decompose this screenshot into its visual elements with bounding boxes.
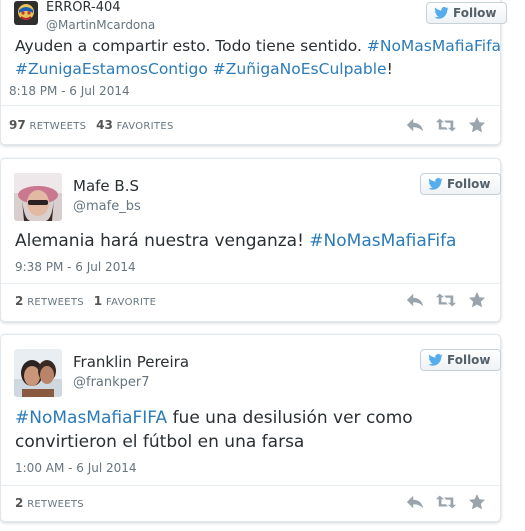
tweet-text-line: #NoMasMafiaFIFA fue una desilusión ver c…	[15, 406, 486, 430]
tweet-text-line: Alemania hará nuestra venganza! #NoMasMa…	[15, 230, 486, 253]
timestamp-link[interactable]: 1:00 AM - 6 Jul 2014	[15, 461, 137, 475]
tweet-stats: 2 RETWEETS 1 FAVORITE	[15, 294, 162, 308]
favorites-count[interactable]: 43	[96, 118, 113, 132]
handle[interactable]: @MartinMcardona	[46, 18, 155, 32]
divider	[1, 105, 500, 106]
display-name[interactable]: ERROR-404	[46, 0, 121, 15]
tweet-text-plain: !	[386, 60, 393, 78]
tweet-actions	[406, 292, 486, 308]
retweets-count[interactable]: 97	[9, 118, 26, 132]
avatar[interactable]	[14, 173, 62, 221]
retweet-icon[interactable]	[436, 292, 456, 308]
twitter-bird-icon	[428, 178, 443, 190]
tweet-stats: 97 RETWEETS 43 FAVORITES	[9, 118, 180, 132]
handle[interactable]: @frankper7	[73, 375, 150, 390]
tweet-text-line: #ZunigaEstamosContigo #ZuñigaNoEsCulpabl…	[15, 58, 486, 81]
follow-label: Follow	[453, 6, 497, 20]
avatar[interactable]	[14, 1, 38, 25]
tweet-text-plain: Ayuden a compartir esto. Todo tiene sent…	[15, 37, 362, 55]
favorites-label[interactable]: FAVORITE	[106, 297, 156, 308]
tweet-text-plain: convirtieron el fútbol en una farsa	[15, 432, 305, 452]
favorite-icon[interactable]	[468, 494, 486, 510]
tweet-text-line: Ayuden a compartir esto. Todo tiene sent…	[15, 35, 501, 58]
retweets-label[interactable]: RETWEETS	[27, 499, 84, 510]
tweet-card: Mafe B.S @mafe_bs Follow Alemania hará n…	[0, 158, 501, 322]
favorites-label[interactable]: FAVORITES	[117, 121, 174, 132]
tweet-actions	[406, 117, 486, 133]
tweet-stats: 2 RETWEETS	[15, 496, 90, 510]
handle[interactable]: @mafe_bs	[73, 199, 141, 214]
twitter-bird-icon	[434, 7, 449, 19]
retweets-label[interactable]: RETWEETS	[27, 297, 84, 308]
tweet-text: #NoMasMafiaFIFA fue una desilusión ver c…	[15, 406, 486, 454]
tweet-actions	[406, 494, 486, 510]
hashtag-link[interactable]: #NoMasMafiaFifa	[309, 231, 456, 251]
display-name[interactable]: Mafe B.S	[73, 177, 139, 195]
hashtag-link[interactable]: #ZuñigaNoEsCulpable	[213, 60, 387, 78]
twitter-bird-icon	[428, 354, 443, 366]
retweets-label[interactable]: RETWEETS	[30, 121, 87, 132]
favorite-icon[interactable]	[468, 117, 486, 133]
follow-button[interactable]: Follow	[426, 2, 507, 24]
tweet-text: Alemania hará nuestra venganza! #NoMasMa…	[15, 230, 486, 253]
follow-label: Follow	[447, 177, 491, 191]
follow-button[interactable]: Follow	[420, 173, 501, 195]
divider	[1, 485, 500, 486]
timestamp-link[interactable]: 8:18 PM - 6 Jul 2014	[9, 84, 130, 98]
retweet-icon[interactable]	[436, 117, 456, 133]
tweet-text: Ayuden a compartir esto. Todo tiene sent…	[15, 35, 501, 81]
hashtag-link[interactable]: #NoMasMafiaFIFA	[15, 408, 167, 428]
reply-icon[interactable]	[406, 292, 424, 308]
tweet-card: Franklin Pereira @frankper7 Follow #NoMa…	[0, 334, 501, 522]
follow-label: Follow	[447, 353, 491, 367]
reply-icon[interactable]	[406, 117, 424, 133]
follow-button[interactable]: Follow	[420, 349, 501, 371]
tweet-text-plain: Alemania hará nuestra venganza!	[15, 231, 304, 251]
tweet-card: ERROR-404 @MartinMcardona Follow Ayuden …	[0, 0, 507, 145]
display-name[interactable]: Franklin Pereira	[73, 353, 189, 371]
favorites-count[interactable]: 1	[94, 294, 102, 308]
retweet-icon[interactable]	[436, 494, 456, 510]
favorite-icon[interactable]	[468, 292, 486, 308]
retweets-count[interactable]: 2	[15, 294, 23, 308]
divider	[1, 283, 500, 284]
hashtag-link[interactable]: #ZunigaEstamosContigo	[15, 60, 208, 78]
retweets-count[interactable]: 2	[15, 496, 23, 510]
hashtag-link[interactable]: #NoMasMafiaFifa	[367, 37, 501, 55]
reply-icon[interactable]	[406, 494, 424, 510]
tweet-text-line: convirtieron el fútbol en una farsa	[15, 430, 486, 454]
timestamp-link[interactable]: 9:38 PM - 6 Jul 2014	[15, 260, 136, 274]
avatar[interactable]	[14, 349, 62, 397]
tweet-text-plain: fue una desilusión ver como	[172, 408, 413, 428]
